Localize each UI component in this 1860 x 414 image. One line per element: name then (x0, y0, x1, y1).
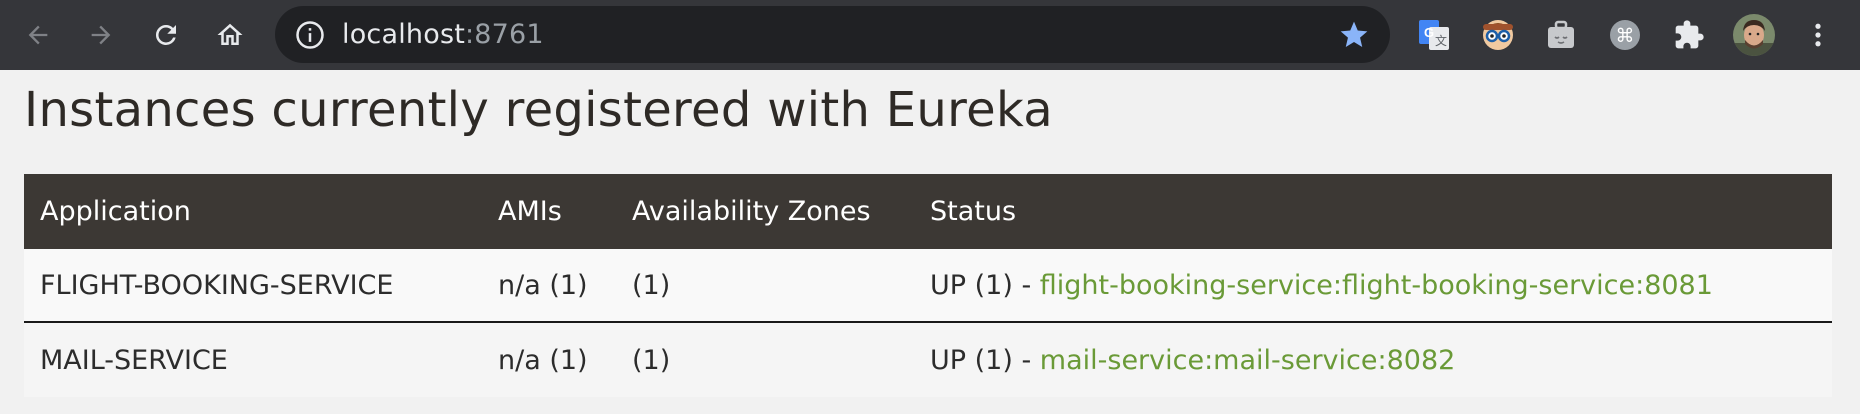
application-cell: FLIGHT-BOOKING-SERVICE (24, 249, 482, 323)
table-header-row: Application AMIs Availability Zones Stat… (24, 174, 1832, 249)
browser-toolbar: localhost:8761 G 文 ⌘ (0, 0, 1860, 70)
instances-table: Application AMIs Availability Zones Stat… (24, 174, 1832, 397)
reload-button[interactable] (143, 12, 189, 58)
command-extension[interactable]: ⌘ (1602, 12, 1648, 58)
menu-button[interactable] (1795, 12, 1841, 58)
status-cell: UP (1) - flight-booking-service:flight-b… (914, 249, 1832, 323)
amis-cell: n/a (1) (498, 344, 588, 376)
url-text[interactable]: localhost:8761 (342, 6, 544, 63)
table-row: FLIGHT-BOOKING-SERVICE n/a (1) (1) UP (1… (24, 249, 1832, 323)
home-button[interactable] (207, 12, 253, 58)
instance-link[interactable]: mail-service:mail-service:8082 (1040, 345, 1456, 376)
table-row: MAIL-SERVICE n/a (1) (1) UP (1) - mail-s… (24, 322, 1832, 397)
amis-cell: n/a (1) (482, 249, 616, 323)
arrow-right-icon (91, 25, 111, 45)
header-availability-zones: Availability Zones (632, 196, 871, 227)
google-translate-extension[interactable]: G 文 (1411, 12, 1457, 58)
reload-icon (155, 24, 176, 45)
address-bar[interactable]: localhost:8761 (275, 6, 1390, 63)
arrow-left-icon (28, 25, 48, 45)
header-status: Status (930, 196, 1017, 227)
more-vert-icon (1815, 23, 1821, 47)
back-button[interactable] (15, 12, 61, 58)
svg-text:⌘: ⌘ (1616, 25, 1635, 47)
extensions-button[interactable] (1666, 12, 1712, 58)
command-icon: ⌘ (1610, 20, 1640, 50)
forward-button[interactable] (78, 12, 124, 58)
google-translate-icon: G 文 (1419, 20, 1449, 50)
profile-button[interactable] (1731, 12, 1777, 58)
puzzle-icon (1675, 20, 1704, 49)
svg-text:文: 文 (1435, 33, 1447, 48)
nerd-glasses-icon (1483, 20, 1513, 50)
url-host: localhost (342, 19, 465, 50)
status-text: UP (1) - (930, 269, 1040, 301)
home-icon (217, 23, 243, 45)
briefcase-extension[interactable] (1538, 12, 1584, 58)
avatar (1733, 14, 1775, 56)
info-icon[interactable] (295, 20, 325, 50)
zones-cell: (1) (632, 344, 671, 376)
header-amis: AMIs (498, 196, 562, 227)
nerd-glasses-extension[interactable] (1475, 12, 1521, 58)
header-application: Application (40, 196, 191, 227)
url-port: :8761 (465, 19, 544, 50)
status-text: UP (1) - (930, 344, 1040, 376)
svg-text:G: G (1424, 25, 1434, 40)
page-title: Instances currently registered with Eure… (24, 82, 1053, 138)
application-cell: MAIL-SERVICE (40, 344, 228, 376)
status-cell: UP (1) - mail-service:mail-service:8082 (914, 322, 1832, 397)
instance-link[interactable]: flight-booking-service:flight-booking-se… (1040, 270, 1713, 301)
zones-cell: (1) (616, 249, 914, 323)
star-icon[interactable] (1338, 19, 1370, 51)
briefcase-icon (1548, 20, 1574, 48)
